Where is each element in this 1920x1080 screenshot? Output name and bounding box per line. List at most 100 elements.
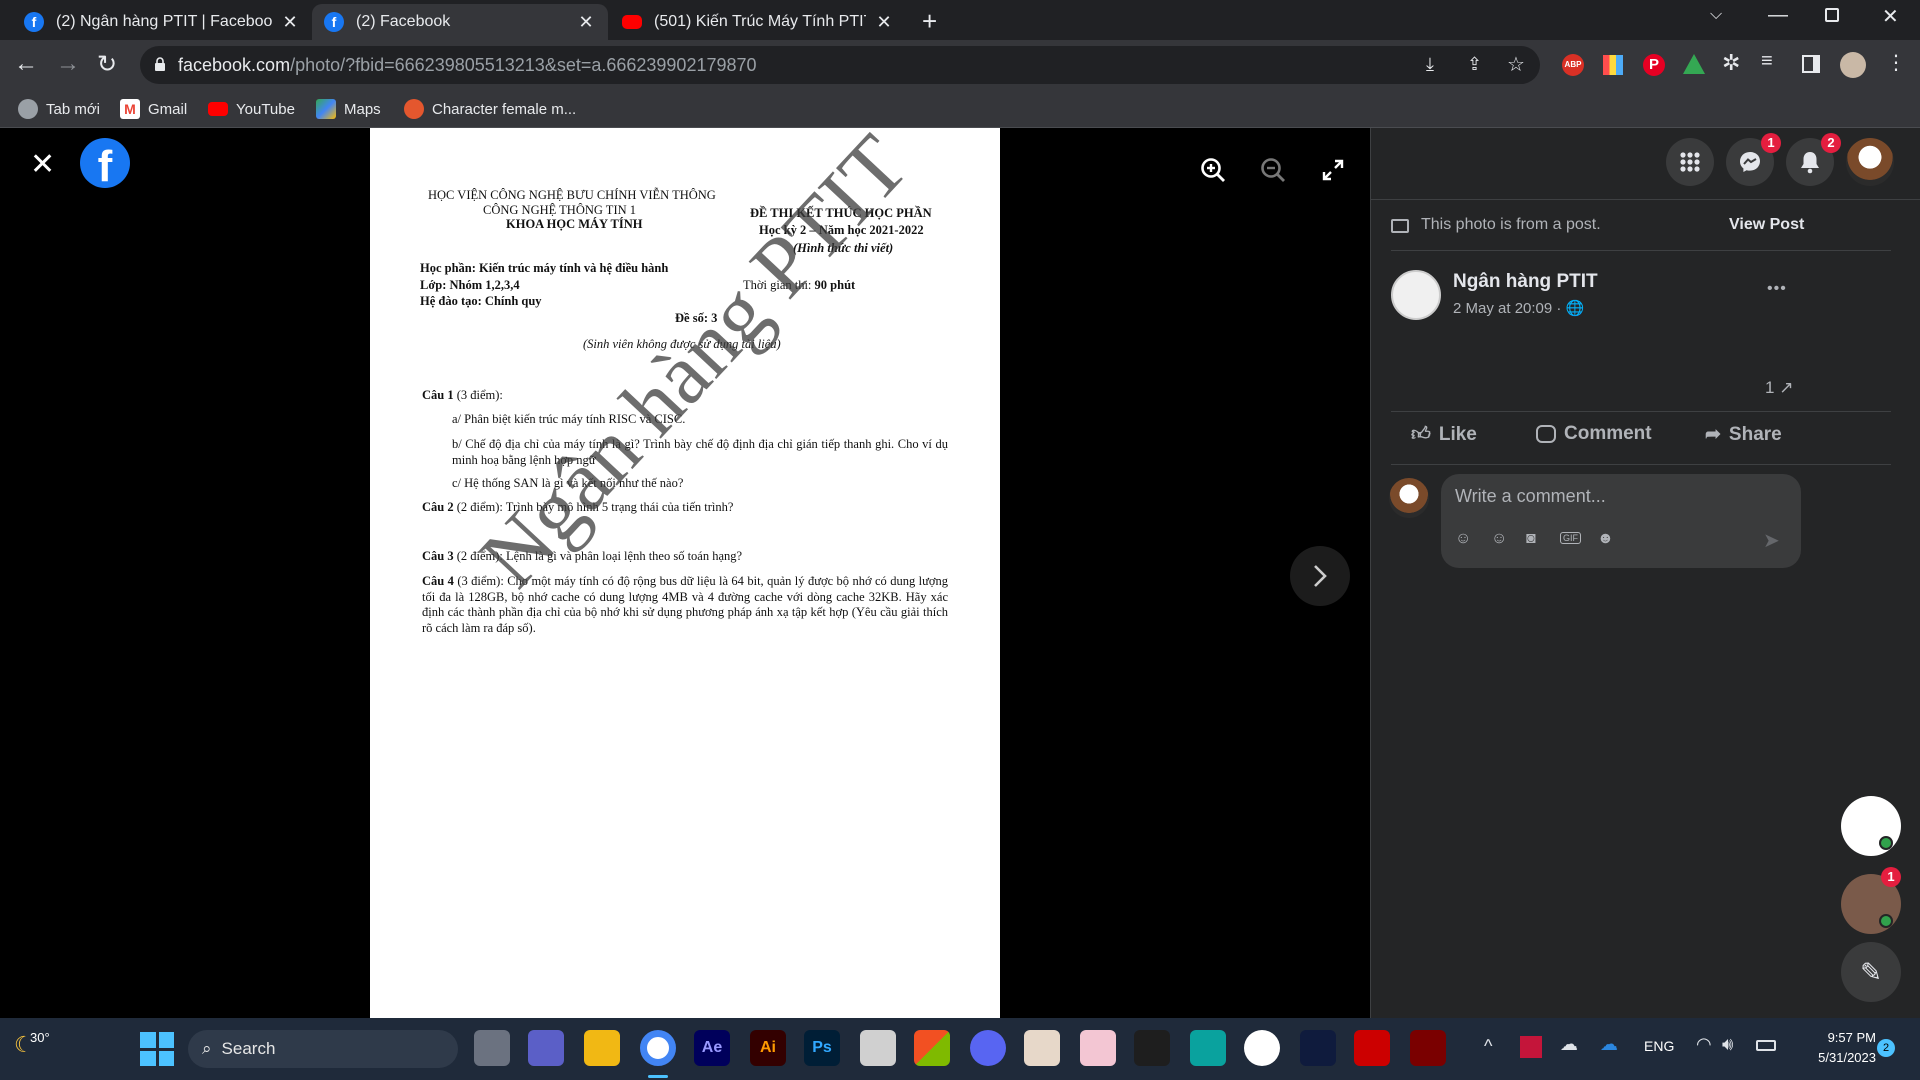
bookmark-character-female[interactable]: Character female m...	[404, 96, 576, 122]
like-button[interactable]: 👍︎ Like	[1411, 423, 1477, 446]
share-button[interactable]: ➦ Share	[1705, 423, 1782, 446]
pinterest-extension-icon[interactable]: P	[1643, 54, 1665, 76]
more-options-icon[interactable]: •••	[1767, 280, 1787, 298]
chat-head-contact-1[interactable]	[1841, 796, 1901, 856]
bookmark-youtube[interactable]: YouTube	[208, 96, 295, 122]
close-viewer-icon[interactable]: ✕	[30, 150, 55, 180]
menu-grid-button[interactable]	[1666, 138, 1714, 186]
discord-icon[interactable]	[970, 1030, 1006, 1066]
after-effects-icon[interactable]: Ae	[694, 1030, 730, 1066]
forward-arrow-icon[interactable]: →	[56, 50, 80, 78]
file-explorer-icon[interactable]	[584, 1030, 620, 1066]
reload-icon[interactable]: ↻	[97, 50, 117, 79]
share-page-icon[interactable]: ⇪	[1467, 54, 1482, 75]
close-tab-icon[interactable]: ✕	[576, 12, 596, 33]
zoom-in-icon[interactable]	[1193, 150, 1233, 190]
youtube-favicon-icon	[622, 15, 642, 29]
account-avatar[interactable]	[1846, 138, 1894, 186]
chrome-icon[interactable]	[640, 1030, 676, 1066]
illustrator-icon[interactable]: Ai	[750, 1030, 786, 1066]
view-post-link[interactable]: View Post	[1729, 216, 1804, 234]
page-avatar[interactable]	[1391, 270, 1441, 320]
onedrive-white-icon[interactable]: ☁	[1560, 1034, 1578, 1055]
zoom-out-icon[interactable]	[1253, 150, 1293, 190]
camera-icon[interactable]: ◙	[1526, 530, 1536, 548]
maximize-icon[interactable]	[1825, 8, 1839, 22]
post-author[interactable]: Ngân hàng PTIT	[1453, 271, 1598, 293]
weather-temp[interactable]: 30°	[30, 1030, 50, 1045]
profile-avatar[interactable]	[1840, 52, 1866, 78]
close-tab-icon[interactable]: ✕	[280, 12, 300, 33]
side-panel-icon[interactable]	[1802, 55, 1820, 73]
course-line: Học phần: Kiến trúc máy tính và hệ điều …	[420, 261, 669, 275]
sticker-icon[interactable]: ☻	[1597, 530, 1614, 548]
clock-date[interactable]: 5/31/2023	[1796, 1050, 1876, 1065]
new-message-button[interactable]: ✎	[1841, 942, 1901, 1002]
drive-extension-icon[interactable]	[1683, 54, 1705, 74]
task-view-icon[interactable]	[474, 1030, 510, 1066]
active-app-indicator	[648, 1075, 668, 1078]
bookmark-tab-moi[interactable]: Tab mới	[18, 96, 100, 122]
divider	[1391, 464, 1891, 465]
app-icon-6[interactable]	[1410, 1030, 1446, 1066]
color-extension-icon[interactable]	[1603, 55, 1623, 75]
vivaldi-tray-icon[interactable]	[1520, 1036, 1542, 1058]
notifications-badge: 2	[1821, 133, 1841, 153]
chrome-menu-icon[interactable]: ⋮	[1886, 50, 1906, 75]
post-timestamp[interactable]: 2 May at 20:09 · 🌐	[1453, 299, 1584, 317]
minimize-icon[interactable]: —	[1768, 4, 1788, 27]
share-count[interactable]: 1 ↗	[1765, 378, 1793, 398]
back-arrow-icon[interactable]: ←	[14, 50, 38, 78]
avatar-sticker-icon[interactable]: ☺	[1455, 530, 1471, 548]
tab-search-chevron-icon[interactable]: ⌵	[1710, 6, 1722, 24]
taskbar-search[interactable]: ⌕ Search	[188, 1030, 458, 1068]
volume-icon[interactable]: 🔊︎	[1722, 1034, 1733, 1055]
wifi-icon[interactable]: ◠	[1696, 1034, 1712, 1055]
tab-ngan-hang-facebook[interactable]: f (2) Ngân hàng PTIT | Facebook ✕	[12, 4, 312, 40]
microsoft-store-icon[interactable]	[914, 1030, 950, 1066]
figma-icon[interactable]	[1134, 1030, 1170, 1066]
address-bar[interactable]: facebook.com/photo/?fbid=666239805513213…	[140, 46, 1540, 84]
close-tab-icon[interactable]: ✕	[874, 12, 894, 33]
bookmark-gmail[interactable]: M Gmail	[120, 96, 187, 122]
battery-icon[interactable]	[1756, 1040, 1776, 1051]
install-app-icon[interactable]: ⤓	[1426, 54, 1434, 75]
maya-icon[interactable]	[1190, 1030, 1226, 1066]
new-tab-icon[interactable]: +	[922, 6, 937, 37]
app-icon-2[interactable]	[1024, 1030, 1060, 1066]
extensions-puzzle-icon[interactable]: ✲	[1722, 50, 1740, 76]
tab-youtube[interactable]: (501) Kiến Trúc Máy Tính PTIT bu ✕	[610, 4, 906, 40]
language-indicator[interactable]: ENG	[1644, 1038, 1674, 1054]
app-icon-5[interactable]	[1300, 1030, 1336, 1066]
start-button[interactable]	[140, 1032, 174, 1066]
app-icon-4[interactable]	[1244, 1030, 1280, 1066]
bookmark-label: Maps	[344, 100, 381, 118]
show-hidden-icons[interactable]: ^	[1484, 1036, 1492, 1057]
adblock-extension-icon[interactable]: ABP	[1562, 54, 1584, 76]
media-control-icon[interactable]: ≡	[1761, 50, 1773, 73]
post-details-panel: 1 2 This photo is from a post. View Post…	[1370, 128, 1920, 1018]
emoji-icon[interactable]: ☺	[1491, 530, 1507, 548]
facebook-logo-icon[interactable]: f	[80, 138, 130, 188]
comment-input[interactable]: Write a comment...	[1455, 486, 1606, 507]
next-photo-button[interactable]	[1290, 546, 1350, 606]
app-icon-3[interactable]	[1080, 1030, 1116, 1066]
comment-button[interactable]: Comment	[1536, 423, 1652, 445]
clock-time[interactable]: 9:57 PM	[1796, 1030, 1876, 1045]
gif-icon[interactable]: GIF	[1560, 532, 1581, 544]
wps-office-icon[interactable]	[1354, 1030, 1390, 1066]
fullscreen-icon[interactable]	[1313, 150, 1353, 190]
comment-box[interactable]: Write a comment... ☺ ☺ ◙ GIF ☻ ➤	[1441, 474, 1801, 568]
close-window-icon[interactable]: ✕	[1882, 4, 1899, 29]
app-icon-1[interactable]	[860, 1030, 896, 1066]
bookmark-star-icon[interactable]: ☆	[1507, 52, 1525, 77]
online-indicator	[1879, 914, 1893, 928]
bookmark-maps[interactable]: Maps	[316, 96, 381, 122]
send-icon[interactable]: ➤	[1763, 528, 1780, 553]
tab-facebook[interactable]: f (2) Facebook ✕	[312, 4, 608, 40]
photoshop-icon[interactable]: Ps	[804, 1030, 840, 1066]
teams-icon[interactable]	[528, 1030, 564, 1066]
notification-center-badge[interactable]: 2	[1877, 1039, 1895, 1057]
facebook-favicon-icon: f	[324, 12, 344, 32]
onedrive-blue-icon[interactable]: ☁	[1600, 1034, 1618, 1055]
